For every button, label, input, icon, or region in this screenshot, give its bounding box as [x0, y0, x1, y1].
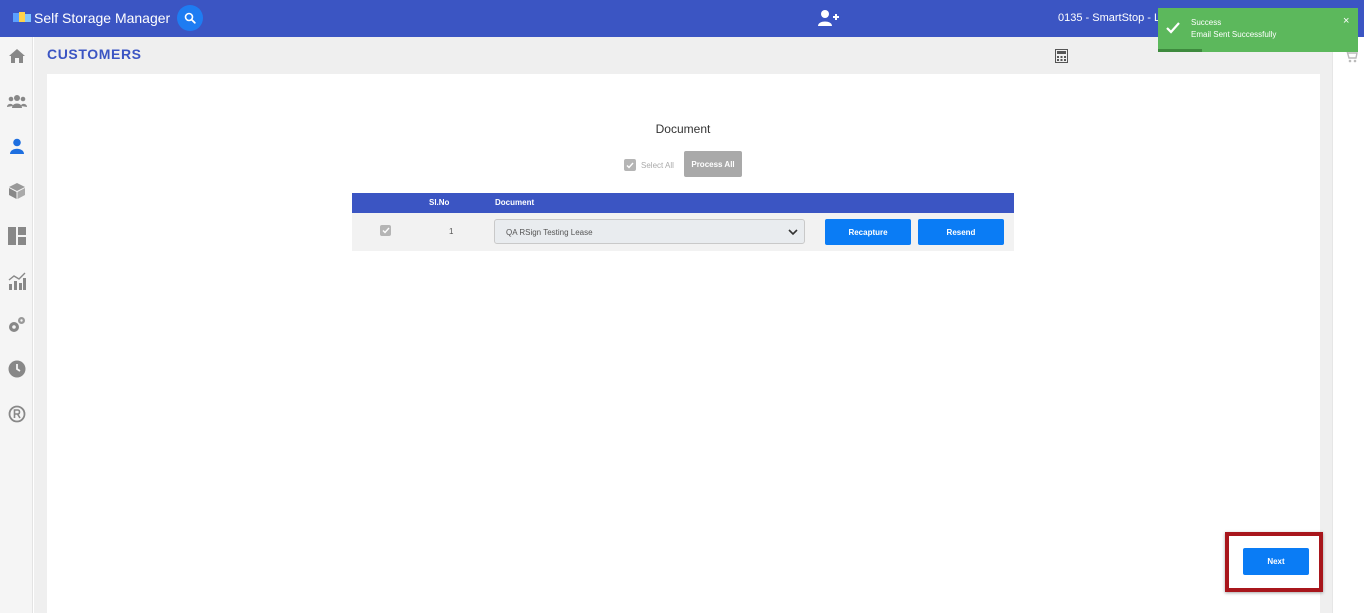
resend-button[interactable]: Resend — [918, 219, 1004, 245]
toast-message: Email Sent Successfully — [1191, 30, 1277, 39]
next-button[interactable]: Next — [1243, 548, 1309, 575]
document-select-value: QA RSign Testing Lease — [506, 228, 593, 237]
settings-icon — [8, 316, 25, 332]
right-rail — [1332, 37, 1364, 613]
clock-icon — [8, 360, 25, 377]
sidebar-item-history[interactable] — [6, 358, 27, 379]
column-header-slno: Sl.No — [429, 198, 450, 207]
sidebar-item-groups[interactable] — [6, 90, 27, 111]
recapture-button[interactable]: Recapture — [825, 219, 911, 245]
dashboard-icon — [7, 226, 26, 245]
toast-title: Success — [1191, 18, 1222, 27]
checkmark-icon — [382, 227, 390, 234]
users-group-icon — [6, 94, 27, 108]
column-header-document: Document — [495, 198, 535, 207]
sidebar-item-reports[interactable] — [6, 270, 27, 291]
box-icon — [8, 182, 25, 199]
page-title: CUSTOMERS — [47, 46, 142, 62]
reports-icon — [8, 272, 26, 290]
sidebar-item-settings[interactable] — [6, 314, 27, 335]
toast-progress-bar — [1158, 49, 1202, 52]
sidebar-item-registered[interactable] — [6, 403, 27, 424]
registered-icon — [8, 405, 25, 422]
location-selector[interactable]: 0135 - SmartStop - Los — [1058, 12, 1172, 24]
checkmark-icon — [626, 162, 634, 169]
select-all-label: Select All — [641, 160, 674, 170]
sidebar-item-units[interactable] — [6, 180, 27, 201]
row-serial-number: 1 — [449, 227, 454, 236]
checkmark-icon — [1166, 22, 1180, 34]
document-select[interactable]: QA RSign Testing Lease — [494, 219, 805, 244]
home-icon — [8, 48, 25, 63]
table-header: Sl.No Document — [352, 193, 1014, 213]
app-title[interactable]: Self Storage Manager — [34, 10, 170, 26]
sidebar-item-dashboard[interactable] — [6, 225, 27, 246]
calculator-icon[interactable] — [1055, 49, 1068, 63]
search-icon — [184, 12, 196, 24]
process-all-button[interactable]: Process All — [684, 151, 742, 177]
chevron-down-icon — [788, 229, 798, 236]
customer-icon — [9, 138, 24, 154]
select-all-checkbox[interactable] — [624, 159, 636, 171]
sidebar-item-home[interactable] — [6, 45, 27, 66]
sidebar-item-customers[interactable] — [6, 135, 27, 156]
document-heading: Document — [655, 122, 711, 136]
logo-icon — [13, 12, 31, 22]
toast-close-button[interactable]: × — [1343, 16, 1349, 27]
select-all[interactable]: Select All — [624, 159, 674, 171]
row-checkbox[interactable] — [380, 225, 391, 236]
search-button[interactable] — [177, 5, 203, 31]
success-toast: Success Email Sent Successfully — [1158, 8, 1358, 52]
add-user-icon[interactable] — [817, 8, 839, 28]
